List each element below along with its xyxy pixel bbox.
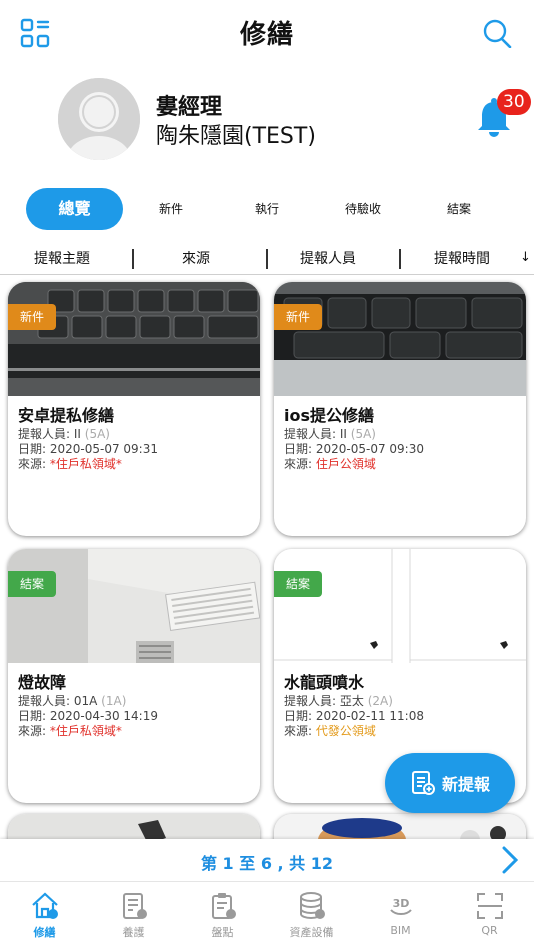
status-badge: 新件 (8, 304, 57, 330)
reporter-unit: (1A) (101, 694, 127, 708)
pagination-bar: 第 1 至 6 , 共 12 (0, 839, 534, 881)
status-badge: 新件 (274, 304, 323, 330)
reporter-label: 提報人員: (284, 427, 340, 441)
nav-maintenance[interactable]: 養護 (89, 888, 178, 940)
card-source: 來源: *住戶私領域* (18, 722, 122, 739)
reporter-label: 提報人員: (18, 427, 74, 441)
date-label: 日期: (18, 442, 50, 456)
reporter-label: 提報人員: (18, 694, 74, 708)
repair-house-icon (0, 888, 89, 924)
date-value: 2020-05-07 09:31 (49, 442, 158, 456)
nav-label: BIM (390, 924, 411, 937)
card-source: 來源: 代發公領域 (284, 722, 376, 739)
repair-card[interactable]: 結案 燈故障 提報人員: 01A (1A) 日期: 2020-04-30 14:… (8, 549, 260, 803)
keyboard-photo (274, 282, 526, 396)
sort-bar: 提報主題 來源 提報人員 提報時間 ↓ (0, 245, 534, 275)
tab-closed[interactable]: 結案 (428, 188, 490, 230)
sort-reporter[interactable]: 提報人員 (268, 248, 388, 268)
tab-pending-acceptance[interactable]: 待驗收 (330, 188, 396, 230)
reporter-value: II (73, 427, 81, 441)
tab-new[interactable]: 新件 (140, 188, 202, 230)
date-value: 2020-04-30 14:19 (49, 709, 158, 723)
maintenance-doc-icon (89, 888, 178, 924)
sort-source[interactable]: 來源 (136, 248, 256, 268)
repair-card[interactable]: 新件 ios提公修繕 提報人員: II (5A) 日期: 2020-05-07 … (274, 282, 526, 536)
card-source: 來源: 住戶公領域 (284, 455, 376, 472)
reporter-unit: (2A) (367, 694, 393, 708)
profile-org: 陶朱隱園(TEST) (156, 124, 316, 149)
date-value: 2020-05-07 09:30 (315, 442, 424, 456)
status-tabs: 總覽 新件 執行 待驗收 結案 (0, 188, 534, 230)
new-report-label: 新提報 (441, 775, 490, 794)
inventory-clipboard-icon (178, 888, 267, 924)
pagination-label: 第 1 至 6 , 共 12 (200, 854, 334, 873)
sort-subject[interactable]: 提報主題 (2, 248, 122, 268)
nav-label: 盤點 (211, 926, 234, 939)
status-badge: 結案 (8, 571, 57, 597)
nav-assets[interactable]: 資產設備 (267, 888, 356, 940)
repair-card[interactable]: 新件 安卓提私修繕 提報人員: II (5A) 日期: 2020-05-07 0… (8, 282, 260, 536)
new-report-button[interactable]: 新提報 (385, 753, 515, 813)
status-badge: 結案 (274, 571, 323, 597)
nav-label: QR (481, 924, 498, 937)
avatar-placeholder-icon (58, 78, 140, 160)
nav-label: 養護 (122, 926, 145, 939)
profile-name: 婁經理 (156, 95, 223, 120)
source-label: 來源: (18, 457, 50, 471)
nav-repair[interactable]: 修繕 (0, 888, 89, 940)
card-title: 燈故障 (18, 673, 67, 692)
app-screen: 修繕 婁經理 陶朱隱園(TEST) 30 總覽 新件 執行 待驗收 結案 提報主… (0, 0, 534, 950)
ceiling-light-photo (8, 549, 260, 663)
next-page-chevron-icon[interactable] (496, 845, 522, 879)
tab-in-progress[interactable]: 執行 (236, 188, 298, 230)
date-value: 2020-02-11 11:08 (315, 709, 424, 723)
card-title: ios提公修繕 (284, 406, 375, 425)
sort-divider (132, 249, 134, 269)
reporter-label: 提報人員: (284, 694, 340, 708)
nav-qr[interactable]: QR (445, 888, 534, 937)
sort-report-time[interactable]: 提報時間 (402, 248, 522, 268)
page-title: 修繕 (239, 20, 294, 50)
nav-label: 資產設備 (289, 926, 334, 939)
asset-database-icon (267, 888, 356, 924)
svg-text:3D: 3D (392, 897, 409, 910)
sort-direction-icon[interactable]: ↓ (520, 250, 531, 265)
source-value: 住戶公領域 (315, 457, 376, 471)
sort-divider (399, 249, 401, 269)
bottom-navigation: 修繕 養護 盤點 資產設備 3D BIM QR (0, 881, 534, 950)
new-report-icon (411, 771, 435, 795)
keyboard-photo (8, 282, 260, 396)
qr-scan-icon (445, 888, 534, 924)
date-label: 日期: (18, 709, 50, 723)
tab-overview[interactable]: 總覽 (26, 188, 123, 230)
source-label: 來源: (284, 457, 316, 471)
card-title: 安卓提私修繕 (18, 406, 115, 425)
card-title: 水龍頭噴水 (284, 673, 365, 692)
card-source: 來源: *住戶私領域* (18, 455, 122, 472)
date-label: 日期: (284, 709, 316, 723)
source-value: 代發公領域 (315, 724, 376, 738)
drawing-photo (274, 549, 526, 663)
notification-count-badge: 30 (497, 89, 531, 115)
bim-3d-icon: 3D (356, 888, 445, 924)
source-value: *住戶私領域* (49, 457, 122, 471)
avatar[interactable] (58, 78, 140, 160)
reporter-unit: (5A) (350, 427, 376, 441)
reporter-value: II (339, 427, 347, 441)
reporter-value: 亞太 (339, 694, 364, 708)
nav-bim[interactable]: 3D BIM (356, 888, 445, 937)
top-bar: 修繕 (0, 0, 534, 66)
nav-inventory[interactable]: 盤點 (178, 888, 267, 940)
nav-label: 修繕 (33, 926, 56, 939)
source-value: *住戶私領域* (49, 724, 122, 738)
source-label: 來源: (18, 724, 50, 738)
reporter-value: 01A (73, 694, 98, 708)
date-label: 日期: (284, 442, 316, 456)
search-icon[interactable] (480, 16, 514, 50)
reporter-unit: (5A) (84, 427, 110, 441)
source-label: 來源: (284, 724, 316, 738)
